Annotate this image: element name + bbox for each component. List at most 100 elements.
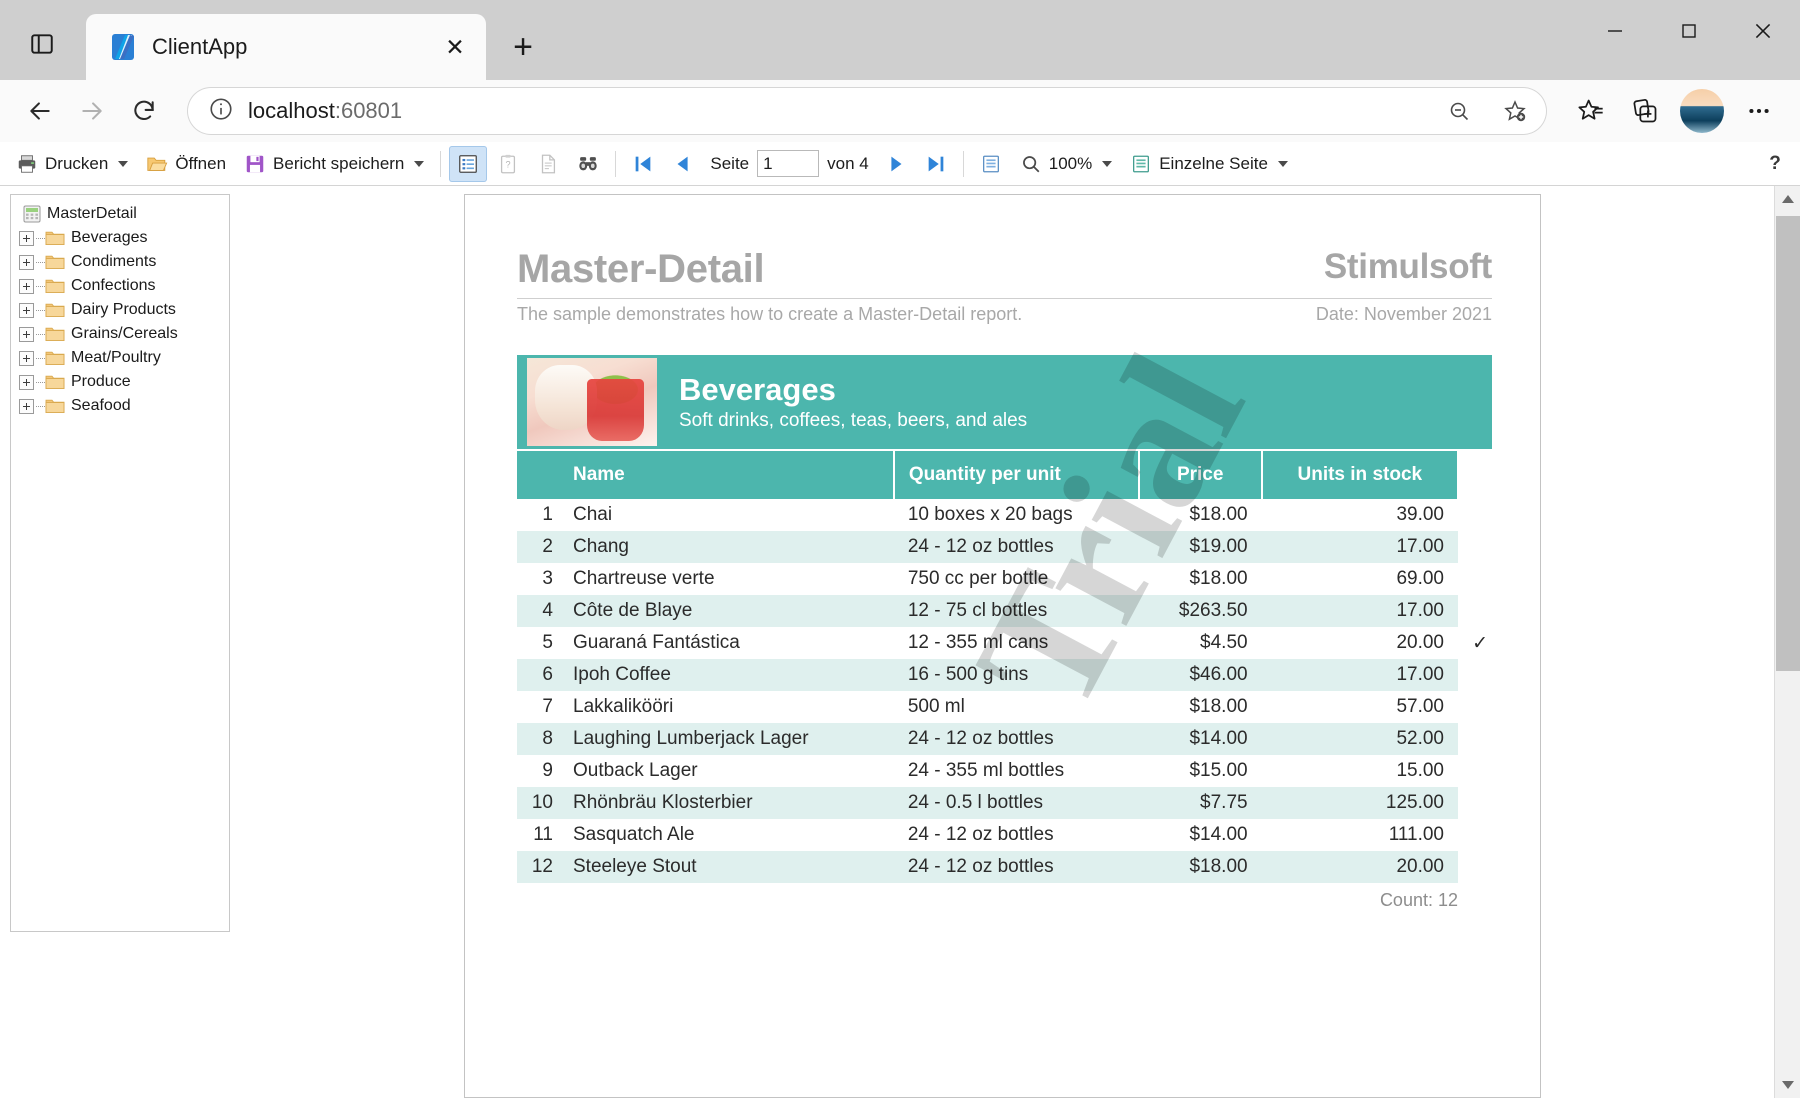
tree-expander-icon[interactable] bbox=[19, 375, 34, 390]
tab-close-icon[interactable]: ✕ bbox=[438, 30, 472, 64]
settings-more-icon[interactable] bbox=[1734, 86, 1784, 136]
scroll-up-button[interactable] bbox=[1775, 186, 1800, 212]
tree-expander-icon[interactable] bbox=[19, 351, 34, 366]
profile-avatar[interactable] bbox=[1680, 89, 1724, 133]
tree-expander-icon[interactable] bbox=[19, 303, 34, 318]
tree-item-label: Meat/Poultry bbox=[71, 349, 161, 367]
cell-price: $18.00 bbox=[1139, 499, 1262, 531]
folder-icon bbox=[45, 350, 65, 366]
tree-expander-icon[interactable] bbox=[19, 255, 34, 270]
collections-icon[interactable] bbox=[1620, 86, 1670, 136]
zoom-selector[interactable]: 100% bbox=[1012, 146, 1120, 182]
view-mode-selector[interactable]: Einzelne Seite bbox=[1122, 146, 1296, 182]
next-page-button[interactable] bbox=[877, 146, 915, 182]
tree-item-label: Dairy Products bbox=[71, 301, 176, 319]
svg-text:?: ? bbox=[506, 159, 511, 169]
cell-index: 6 bbox=[517, 659, 559, 691]
folder-icon bbox=[45, 230, 65, 246]
column-name: Name bbox=[559, 451, 894, 499]
cell-price: $263.50 bbox=[1139, 595, 1262, 627]
scrollbar-thumb[interactable] bbox=[1776, 216, 1800, 671]
forward-arrow-icon[interactable] bbox=[68, 87, 116, 135]
tree-item-label: Produce bbox=[71, 373, 131, 391]
report-icon bbox=[23, 205, 41, 223]
save-report-label: Bericht speichern bbox=[273, 154, 404, 174]
tree-item-confections[interactable]: Confections bbox=[15, 274, 225, 298]
parameters-button[interactable]: ? bbox=[489, 146, 527, 182]
print-button[interactable]: Drucken bbox=[8, 146, 136, 182]
tree-item-condiments[interactable]: Condiments bbox=[15, 250, 225, 274]
vertical-scrollbar[interactable] bbox=[1774, 186, 1800, 1098]
url-port: :60801 bbox=[335, 98, 402, 123]
report-subheader: The sample demonstrates how to create a … bbox=[517, 304, 1492, 325]
zoom-dropdown-caret-icon[interactable] bbox=[1102, 161, 1112, 167]
cell-units: 20.00 bbox=[1262, 627, 1458, 659]
zoom-out-icon[interactable] bbox=[1438, 90, 1480, 132]
cell-mark bbox=[1458, 691, 1492, 723]
cell-index: 9 bbox=[517, 755, 559, 787]
address-bar-url[interactable]: localhost:60801 bbox=[248, 98, 1424, 124]
tree-item-dairy-products[interactable]: Dairy Products bbox=[15, 298, 225, 322]
table-row: 6Ipoh Coffee16 - 500 g tins$46.0017.00 bbox=[517, 659, 1492, 691]
tree-item-meat-poultry[interactable]: Meat/Poultry bbox=[15, 346, 225, 370]
cell-mark bbox=[1458, 563, 1492, 595]
cell-index: 12 bbox=[517, 851, 559, 883]
scroll-down-button[interactable] bbox=[1775, 1072, 1800, 1098]
tree-item-produce[interactable]: Produce bbox=[15, 370, 225, 394]
last-page-button[interactable] bbox=[917, 146, 955, 182]
page-view-button[interactable] bbox=[972, 146, 1010, 182]
bookmarks-button[interactable] bbox=[449, 146, 487, 182]
find-icon bbox=[577, 153, 599, 175]
first-page-button[interactable] bbox=[624, 146, 662, 182]
new-tab-button[interactable]: + bbox=[500, 24, 546, 70]
table-row: 3Chartreuse verte750 cc per bottle$18.00… bbox=[517, 563, 1492, 595]
cell-quantity: 24 - 12 oz bottles bbox=[894, 531, 1139, 563]
site-info-icon[interactable] bbox=[208, 96, 234, 127]
resources-button[interactable] bbox=[529, 146, 567, 182]
print-dropdown-caret-icon[interactable] bbox=[118, 161, 128, 167]
cell-quantity: 24 - 12 oz bottles bbox=[894, 819, 1139, 851]
tree-expander-icon[interactable] bbox=[19, 327, 34, 342]
tab-actions-icon[interactable] bbox=[14, 16, 70, 72]
category-description: Soft drinks, coffees, teas, beers, and a… bbox=[679, 410, 1027, 432]
back-arrow-icon[interactable] bbox=[16, 87, 64, 135]
save-dropdown-caret-icon[interactable] bbox=[414, 161, 424, 167]
tree-root-masterdetail[interactable]: MasterDetail bbox=[15, 202, 225, 226]
last-page-icon bbox=[925, 153, 947, 175]
tree-item-seafood[interactable]: Seafood bbox=[15, 394, 225, 418]
view-mode-caret-icon[interactable] bbox=[1278, 161, 1288, 167]
window-maximize-button[interactable] bbox=[1652, 0, 1726, 62]
cell-index: 8 bbox=[517, 723, 559, 755]
favorites-icon[interactable] bbox=[1566, 86, 1616, 136]
tree-expander-icon[interactable] bbox=[19, 279, 34, 294]
report-page: Master-Detail Stimulsoft The sample demo… bbox=[464, 194, 1541, 1098]
cell-quantity: 16 - 500 g tins bbox=[894, 659, 1139, 691]
cell-mark: ✓ bbox=[1458, 627, 1492, 659]
tree-item-grains-cereals[interactable]: Grains/Cereals bbox=[15, 322, 225, 346]
window-minimize-button[interactable] bbox=[1578, 0, 1652, 62]
address-bar[interactable]: localhost:60801 bbox=[188, 88, 1546, 134]
report-title: Master-Detail bbox=[517, 247, 764, 292]
add-favorite-icon[interactable] bbox=[1494, 90, 1536, 132]
cell-quantity: 24 - 0.5 l bottles bbox=[894, 787, 1139, 819]
table-row: 5Guaraná Fantástica12 - 355 ml cans$4.50… bbox=[517, 627, 1492, 659]
cell-name: Lakkalikööri bbox=[559, 691, 894, 723]
find-button[interactable] bbox=[569, 146, 607, 182]
resources-icon bbox=[537, 153, 559, 175]
prev-page-button[interactable] bbox=[664, 146, 702, 182]
cell-index: 2 bbox=[517, 531, 559, 563]
window-close-button[interactable] bbox=[1726, 0, 1800, 62]
reload-icon[interactable] bbox=[120, 87, 168, 135]
browser-tab[interactable]: ClientApp ✕ bbox=[86, 14, 486, 80]
beverages-photo bbox=[527, 358, 657, 446]
tree-item-beverages[interactable]: Beverages bbox=[15, 226, 225, 250]
open-button[interactable]: Öffnen bbox=[138, 146, 234, 182]
toolbar-separator bbox=[440, 151, 441, 177]
cell-index: 11 bbox=[517, 819, 559, 851]
tree-expander-icon[interactable] bbox=[19, 399, 34, 414]
window-controls bbox=[1578, 0, 1800, 62]
page-number-input[interactable] bbox=[757, 150, 819, 177]
tree-expander-icon[interactable] bbox=[19, 231, 34, 246]
help-button[interactable]: ? bbox=[1758, 147, 1792, 181]
save-report-button[interactable]: Bericht speichern bbox=[236, 146, 432, 182]
